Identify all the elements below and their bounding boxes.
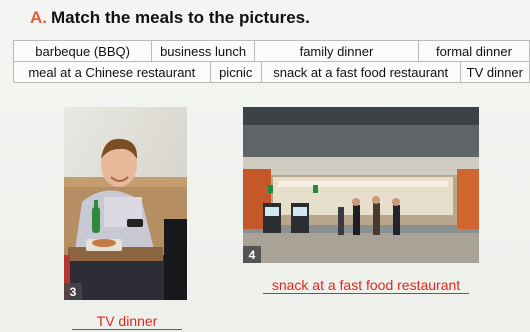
picture-number-badge: 3 <box>64 283 82 300</box>
vocab-cell: family dinner <box>253 40 419 62</box>
vocabulary-table: barbeque (BBQ) business lunch family din… <box>12 40 530 83</box>
fast-food-illustration <box>243 107 479 263</box>
vocab-cell: picnic <box>210 62 262 82</box>
exercise-letter: A. <box>30 8 47 27</box>
vocab-cell: formal dinner <box>417 40 530 62</box>
vocab-cell: barbeque (BBQ) <box>12 40 153 62</box>
vocab-row2-container: meal at a Chinese restaurant picnic snac… <box>13 61 530 83</box>
vocab-cell: snack at a fast food restaurant <box>261 62 461 82</box>
exercise-heading: A. Match the meals to the pictures. <box>30 8 310 28</box>
answer-line: snack at a fast food restaurant <box>263 277 469 294</box>
vocabulary-row: meal at a Chinese restaurant picnic snac… <box>13 61 530 83</box>
tv-dinner-illustration <box>64 107 187 300</box>
vocab-cell: meal at a Chinese restaurant <box>14 62 211 82</box>
picture-number-badge: 4 <box>243 246 261 263</box>
picture-fast-food: 4 <box>243 107 479 263</box>
picture-tv-dinner: 3 <box>64 107 187 300</box>
vocab-row2-table: meal at a Chinese restaurant picnic snac… <box>14 62 529 82</box>
answer-line: TV dinner <box>72 313 182 330</box>
vocab-cell: TV dinner <box>466 64 523 80</box>
vocabulary-row: barbeque (BBQ) business lunch family din… <box>12 40 530 62</box>
vocab-cell: business lunch <box>151 40 255 62</box>
exercise-instruction: Match the meals to the pictures. <box>51 8 310 27</box>
